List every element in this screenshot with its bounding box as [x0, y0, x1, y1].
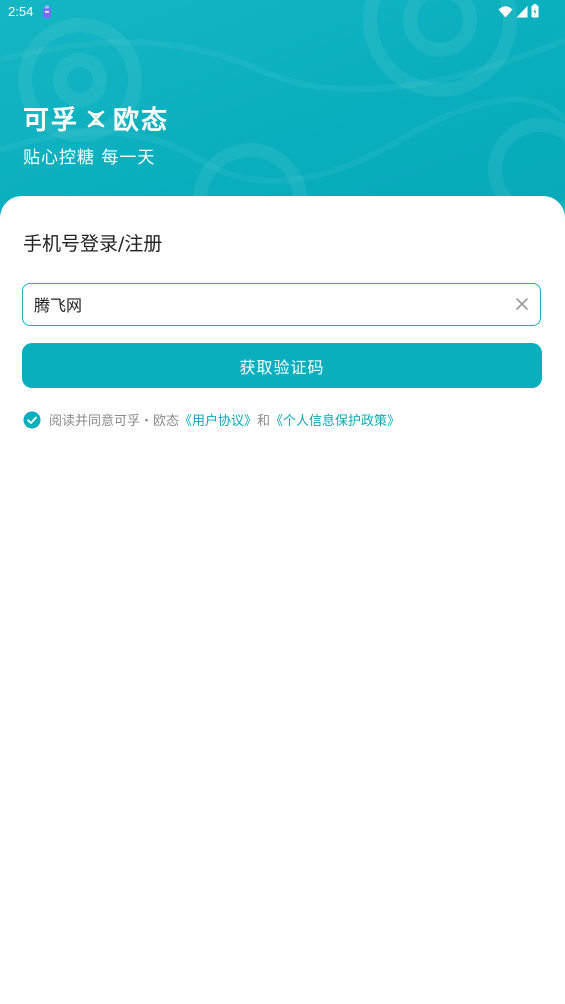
- user-agreement-link[interactable]: 《用户协议》: [179, 410, 257, 429]
- get-verification-code-button[interactable]: 获取验证码: [22, 343, 542, 388]
- signal-icon: [516, 5, 528, 17]
- privacy-policy-link[interactable]: 《个人信息保护政策》: [270, 410, 400, 429]
- status-bar: 2:54: [0, 0, 565, 24]
- status-time: 2:54: [8, 4, 34, 19]
- brand-logo: 可孚 欧态: [23, 100, 169, 137]
- phone-input-container: [22, 283, 541, 326]
- brand-name-left: 可孚: [23, 106, 80, 136]
- wifi-icon: [498, 5, 513, 17]
- page-title: 手机号登录/注册: [23, 233, 163, 255]
- notification-app-icon: [43, 5, 51, 18]
- agreement-conjunction: 和: [257, 414, 271, 429]
- agreement-prefix: 阅读并同意可孚・欧态: [49, 414, 180, 429]
- status-icons: [498, 4, 539, 18]
- brand-name-right: 欧态: [113, 106, 170, 136]
- login-card: 手机号登录/注册 获取验证码 阅读并同意可孚・欧态 《用户协议》 和 《个人信息…: [0, 196, 565, 1004]
- close-icon[interactable]: [513, 295, 531, 313]
- agreement-row: 阅读并同意可孚・欧态 《用户协议》 和 《个人信息保护政策》: [23, 410, 400, 429]
- slogan: 贴心控糖 每一天: [23, 148, 156, 168]
- cross-x-icon: [87, 110, 105, 127]
- checkbox-checked-icon[interactable]: [23, 411, 41, 429]
- phone-input[interactable]: [34, 284, 504, 324]
- battery-icon: [531, 4, 539, 18]
